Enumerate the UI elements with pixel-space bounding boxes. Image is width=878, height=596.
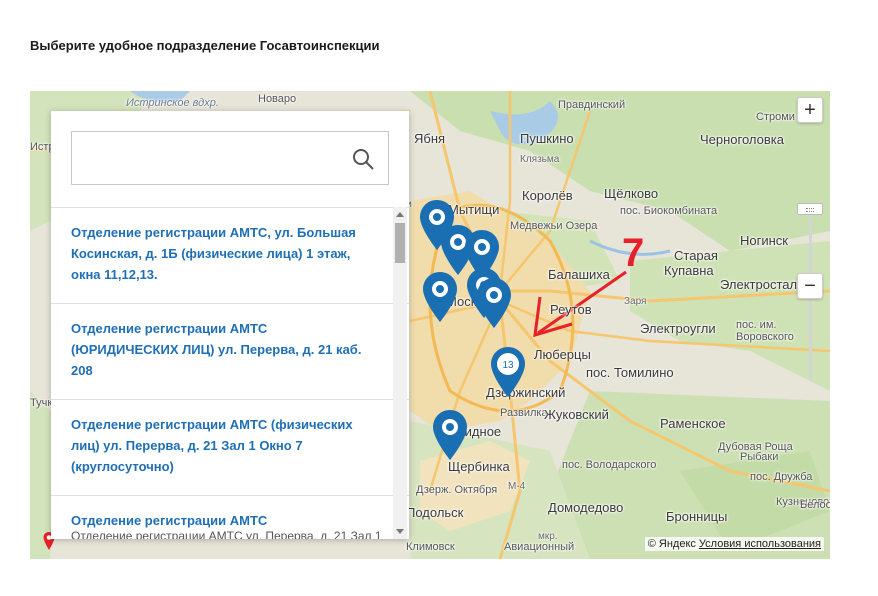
map-place-label: Электросталь <box>720 277 804 292</box>
map[interactable]: Новаро Истринское вдхр. Правдинский Пушкино… <box>30 91 830 559</box>
map-place-label: Королёв <box>522 188 573 203</box>
annotation-number: 7 <box>622 231 645 275</box>
map-place-label: пос. им. <box>736 319 777 331</box>
copyright-text: © Яндекс <box>647 538 696 550</box>
map-cluster-marker[interactable]: 13 <box>490 346 526 398</box>
map-place-label: Щёлково <box>604 186 659 201</box>
map-place-label: Рыбаки <box>740 451 779 463</box>
scroll-thumb[interactable] <box>395 223 405 263</box>
scroll-down-icon[interactable] <box>396 529 404 534</box>
map-copyright: © Яндекс Условия использования <box>644 537 824 551</box>
list-item[interactable]: Отделение регистрации АМТС (физических л… <box>51 400 409 496</box>
map-marker[interactable] <box>432 409 468 461</box>
search-input[interactable] <box>71 131 389 185</box>
map-place-label: Домодедово <box>548 500 624 515</box>
map-place-label: Климовск <box>406 541 455 553</box>
map-place-label: Тучк <box>30 397 53 409</box>
map-place-label: Электроугли <box>640 321 716 336</box>
list-scrollbar[interactable] <box>393 207 407 539</box>
map-place-label: Ябня <box>414 131 446 146</box>
map-place-label: Раменское <box>660 416 726 431</box>
cluster-count: 13 <box>502 360 514 371</box>
map-place-label: мкр. <box>538 531 558 542</box>
department-list-panel: Отделение регистрации АМТС, ул. Большая … <box>51 111 409 539</box>
list-item[interactable]: Отделение регистрации АМТС (ЮРИДИЧЕСКИХ … <box>51 304 409 400</box>
map-place-label: Новаро <box>258 93 297 105</box>
map-place-label: Заря <box>624 296 647 307</box>
map-place-label: Реутов <box>550 302 592 317</box>
map-place-label: Белоозёрск <box>800 499 830 511</box>
map-place-label: Люберцы <box>534 347 591 362</box>
map-marker[interactable] <box>476 277 512 329</box>
map-place-label: Жуковский <box>544 407 609 422</box>
search-icon[interactable] <box>352 148 374 170</box>
map-place-label: Клязьма <box>520 154 560 165</box>
map-place-label: Щербинка <box>448 459 510 474</box>
map-place-label: Медвежьи Озера <box>510 220 598 232</box>
map-place-label: Дзерж. Октября <box>416 484 498 496</box>
map-place-label: пос. Володарского <box>562 459 657 471</box>
zoom-out-button[interactable]: − <box>797 273 823 299</box>
map-place-label: Развилка <box>500 407 548 419</box>
map-marker[interactable] <box>422 271 458 323</box>
zoom-in-button[interactable]: + <box>797 97 823 123</box>
overflow-text: Отделение регистрации АМТС ул. Перерва, … <box>71 529 382 539</box>
page-title: Выберите удобное подразделение Госавтоин… <box>30 38 380 53</box>
terms-link[interactable]: Условия использования <box>699 538 821 550</box>
map-place-label: Купавна <box>664 263 714 278</box>
department-list[interactable]: Отделение регистрации АМТС, ул. Большая … <box>51 207 409 539</box>
map-place-label: Черноголовка <box>700 132 785 147</box>
map-place-label: Балашиха <box>548 267 610 282</box>
map-place-label: Пушкино <box>520 131 574 146</box>
map-place-label: Подольск <box>406 505 464 520</box>
map-place-label: пос. Биокомбината <box>620 205 718 217</box>
map-place-label: пос. Томилино <box>586 365 674 380</box>
map-place-label: Истринское вдхр. <box>126 97 219 109</box>
map-place-label: Воровского <box>736 331 794 343</box>
map-place-label: Бронницы <box>666 509 728 524</box>
map-place-label: Правдинский <box>558 99 626 111</box>
map-place-label: Авиационный <box>504 541 575 553</box>
map-place-label: Строми <box>756 111 795 123</box>
list-item[interactable]: Отделение регистрации АМТС, ул. Большая … <box>51 208 409 304</box>
zoom-slider-handle[interactable] <box>797 203 823 215</box>
map-place-label: Старая <box>674 248 718 263</box>
scroll-up-icon[interactable] <box>396 212 404 217</box>
map-place-label: Мытищи <box>448 202 500 217</box>
map-place-label: Ногинск <box>740 233 788 248</box>
map-place-label: пос. Дружба <box>750 471 813 483</box>
map-place-label: М-4 <box>508 481 526 492</box>
